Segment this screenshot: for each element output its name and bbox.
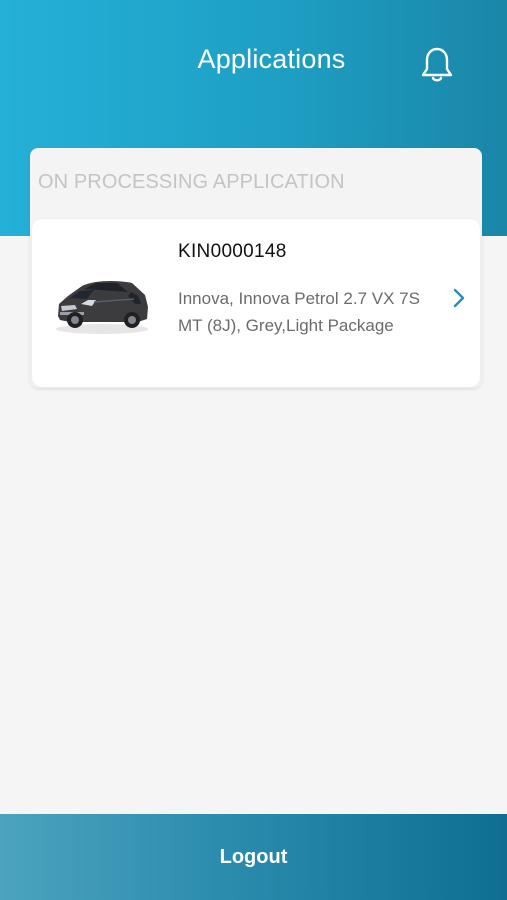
car-image [50, 269, 154, 337]
logout-button[interactable]: Logout [0, 814, 507, 900]
section-label: ON PROCESSING APPLICATION [38, 171, 345, 193]
applications-screen: Applications ON PROCESSING APPLICATION K… [0, 0, 507, 900]
footer-bar: Logout [0, 814, 507, 900]
application-description: Innova, Innova Petrol 2.7 VX 7S MT (8J),… [178, 289, 420, 335]
application-id: KIN0000148 [178, 241, 287, 262]
bell-icon[interactable] [420, 46, 454, 84]
chevron-right-icon[interactable] [452, 288, 466, 308]
application-card[interactable]: KIN0000148 Innova, Innova Petrol 2.7 VX … [32, 219, 480, 387]
